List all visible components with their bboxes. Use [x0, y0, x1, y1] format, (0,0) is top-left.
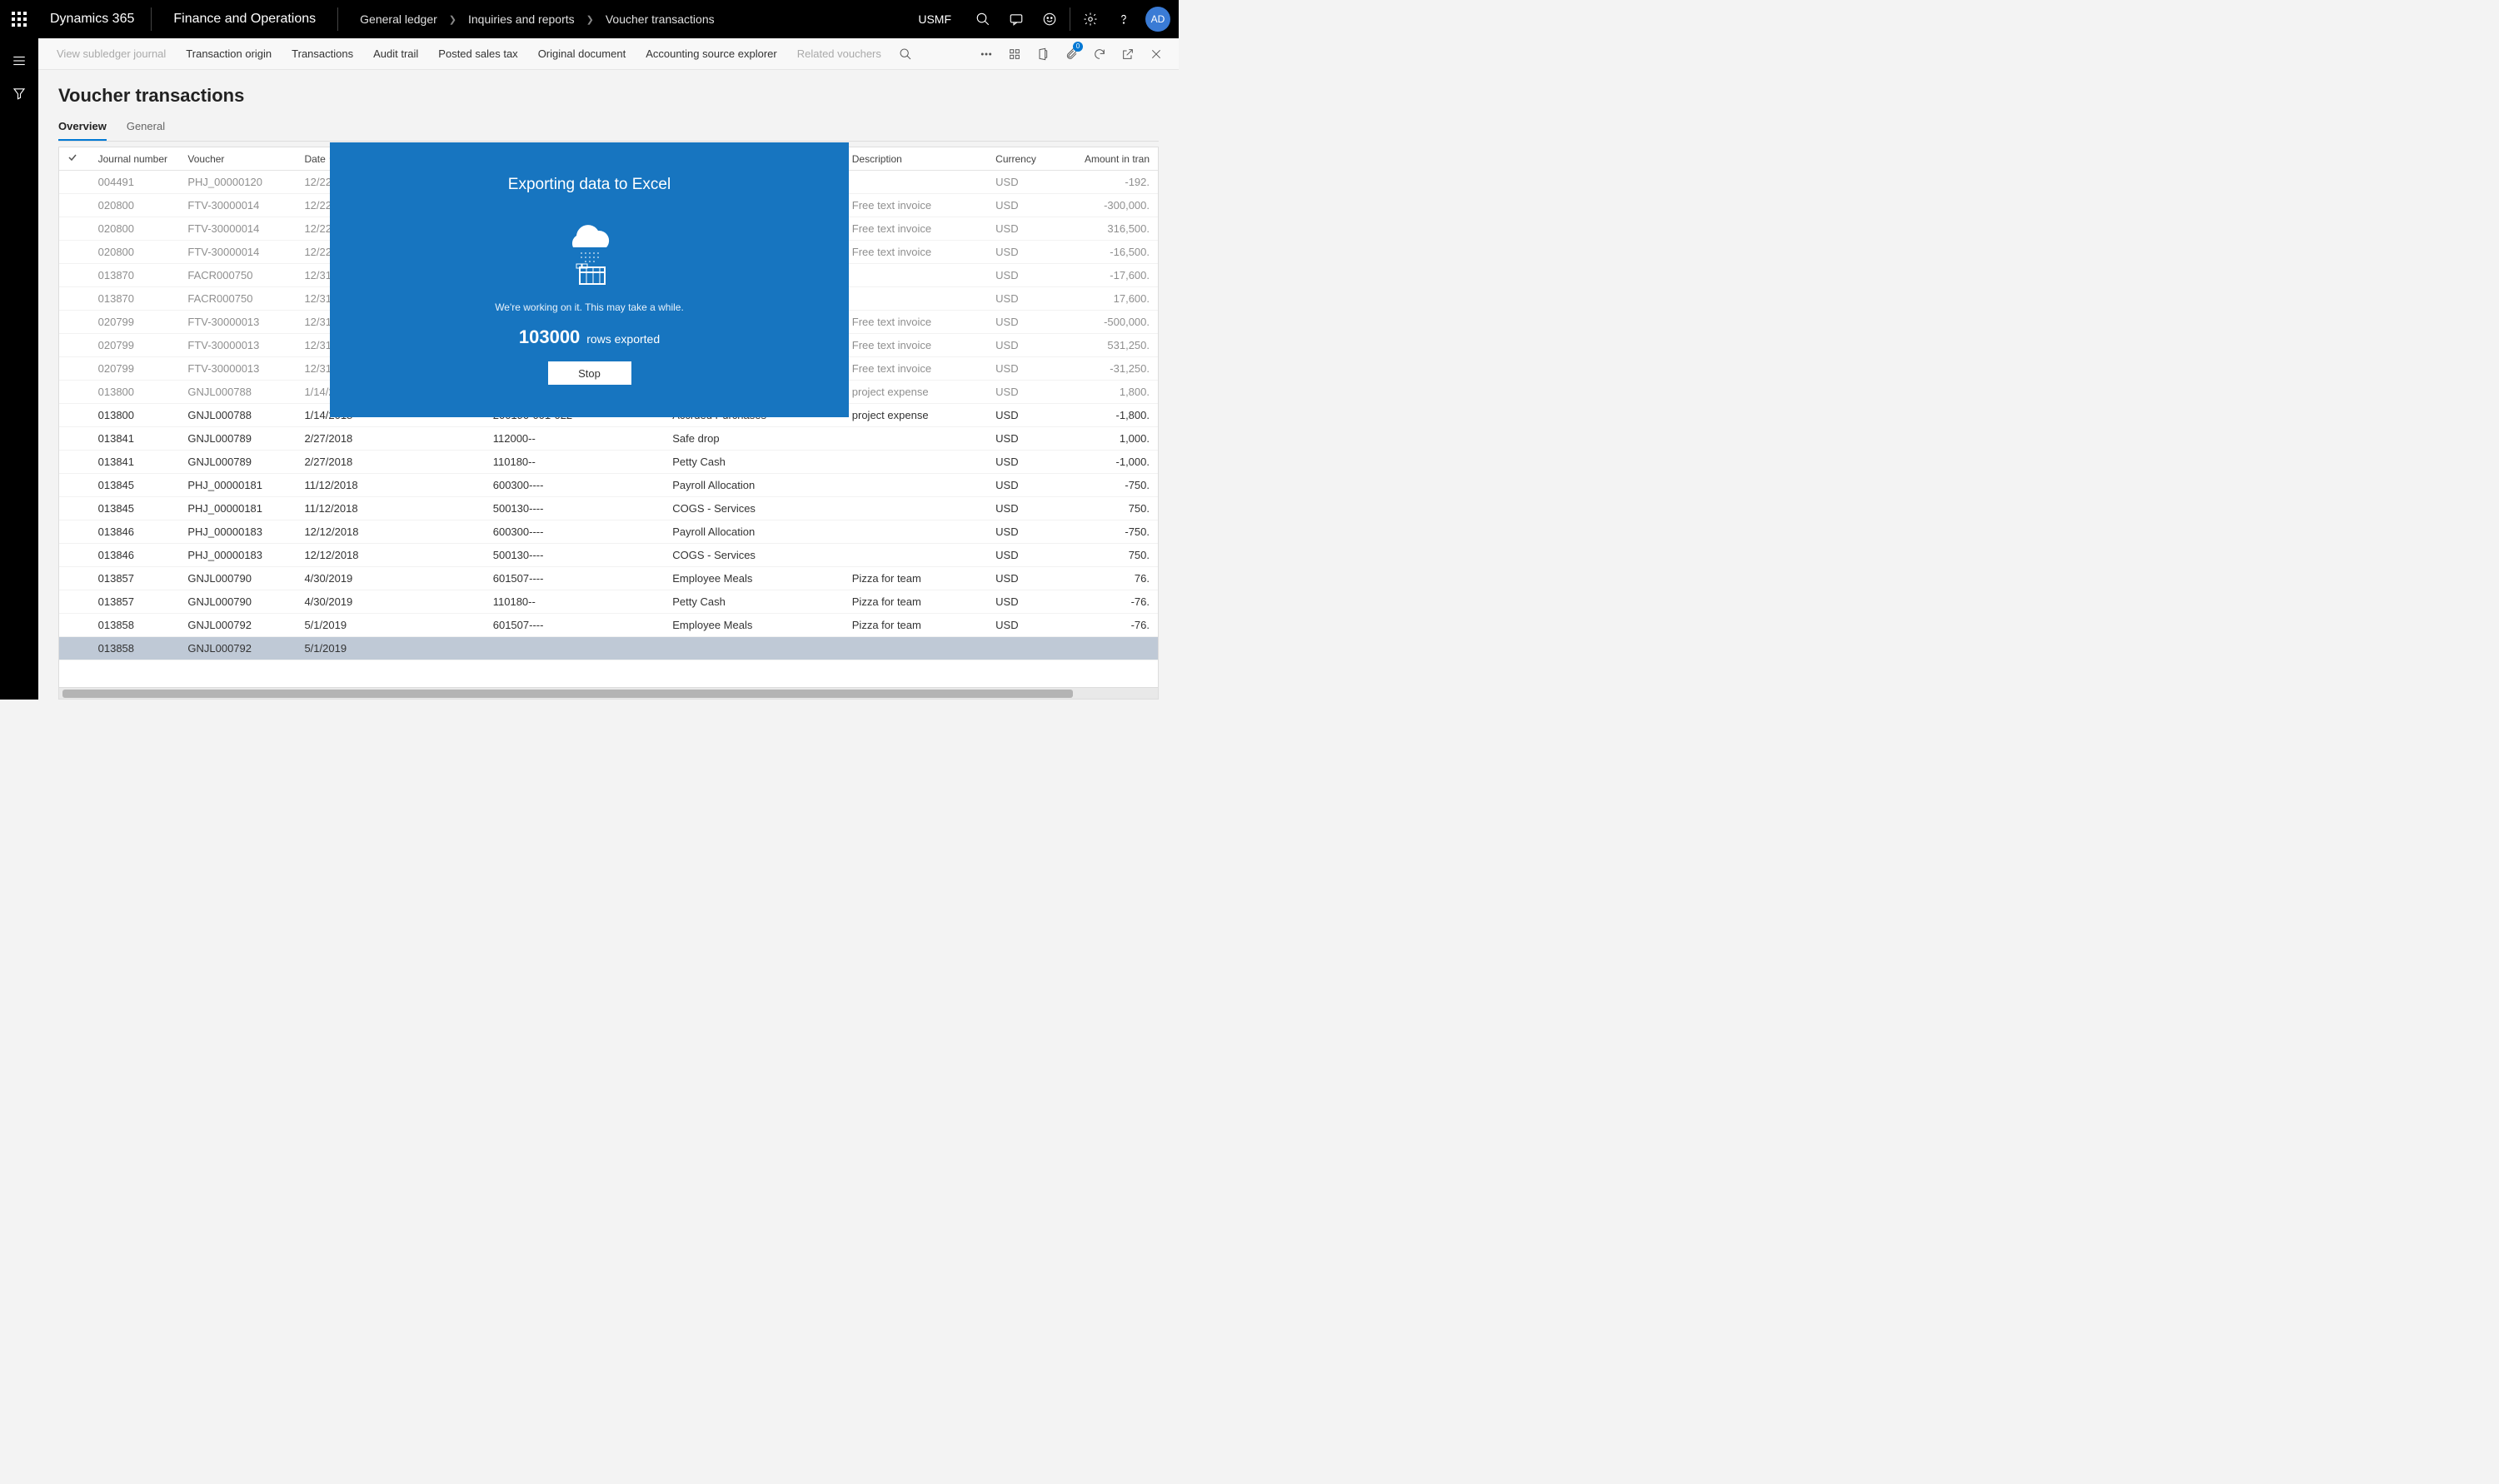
- rows-exported-label: rows exported: [586, 332, 660, 346]
- command-view-subledger-journal: View subledger journal: [47, 47, 176, 60]
- column-header-voucher[interactable]: Voucher: [179, 147, 296, 171]
- tab-strip: Overview General: [58, 115, 1159, 142]
- table-row[interactable]: 013846PHJ_0000018312/12/2018500130----CO…: [59, 544, 1158, 567]
- column-header-desc[interactable]: Description: [844, 147, 987, 171]
- filter-icon[interactable]: [12, 86, 27, 103]
- stop-button[interactable]: Stop: [548, 361, 631, 385]
- hamburger-icon[interactable]: [12, 53, 27, 71]
- horizontal-scrollbar[interactable]: [59, 687, 1158, 699]
- table-row[interactable]: 013845PHJ_0000018111/12/2018500130----CO…: [59, 497, 1158, 520]
- command-posted-sales-tax[interactable]: Posted sales tax: [428, 47, 527, 60]
- table-row[interactable]: 013841GNJL0007892/27/2018112000--Safe dr…: [59, 427, 1158, 451]
- attachments-icon[interactable]: 0: [1057, 38, 1085, 70]
- column-header-curr[interactable]: Currency: [987, 147, 1068, 171]
- top-bar: Dynamics 365 Finance and Operations Gene…: [0, 0, 1179, 38]
- rows-exported-count: 103000: [519, 326, 580, 347]
- close-icon[interactable]: [1142, 38, 1170, 70]
- breadcrumb-item[interactable]: Voucher transactions: [606, 12, 715, 26]
- breadcrumb-item[interactable]: General ledger: [360, 12, 437, 26]
- table-row[interactable]: 013841GNJL0007892/27/2018110180--Petty C…: [59, 451, 1158, 474]
- scrollbar-thumb[interactable]: [62, 690, 1073, 698]
- table-row[interactable]: 013845PHJ_0000018111/12/2018600300----Pa…: [59, 474, 1158, 497]
- cloud-download-icon: [556, 212, 623, 290]
- search-icon[interactable]: [966, 0, 1000, 38]
- command-transactions[interactable]: Transactions: [282, 47, 363, 60]
- table-row[interactable]: 013846PHJ_0000018312/12/2018600300----Pa…: [59, 520, 1158, 544]
- command-audit-trail[interactable]: Audit trail: [363, 47, 428, 60]
- grid-options-icon[interactable]: [1000, 38, 1029, 70]
- page-title: Voucher transactions: [58, 85, 1159, 107]
- command-original-document[interactable]: Original document: [528, 47, 636, 60]
- attachments-badge: 0: [1073, 42, 1083, 52]
- breadcrumb-item[interactable]: Inquiries and reports: [468, 12, 575, 26]
- command-accounting-source-explorer[interactable]: Accounting source explorer: [636, 47, 787, 60]
- brand-label[interactable]: Dynamics 365: [38, 12, 151, 27]
- office-icon[interactable]: [1029, 38, 1057, 70]
- tab-general[interactable]: General: [127, 115, 165, 141]
- topbar-right: USMF AD: [903, 0, 1179, 38]
- table-row[interactable]: 013858GNJL0007925/1/2019: [59, 637, 1158, 660]
- company-picker[interactable]: USMF: [903, 12, 966, 26]
- command-related-vouchers: Related vouchers: [787, 47, 891, 60]
- help-icon[interactable]: [1107, 0, 1140, 38]
- avatar[interactable]: AD: [1145, 7, 1170, 32]
- settings-icon[interactable]: [1074, 0, 1107, 38]
- chat-icon[interactable]: [1000, 0, 1033, 38]
- tab-overview[interactable]: Overview: [58, 115, 107, 141]
- modal-subtitle: We're working on it. This may take a whi…: [495, 301, 684, 313]
- export-modal: Exporting data to Excel We're working on…: [330, 142, 849, 417]
- column-header-amt[interactable]: Amount in tran: [1068, 147, 1158, 171]
- cmd-search-icon[interactable]: [891, 38, 920, 70]
- popout-icon[interactable]: [1114, 38, 1142, 70]
- breadcrumb: General ledger ❯ Inquiries and reports ❯…: [338, 12, 714, 26]
- refresh-icon[interactable]: [1085, 38, 1114, 70]
- left-rail: [0, 38, 38, 700]
- table-row[interactable]: 013857GNJL0007904/30/2019110180--Petty C…: [59, 590, 1158, 614]
- modal-title: Exporting data to Excel: [508, 176, 671, 194]
- modal-progress: 103000 rows exported: [519, 326, 660, 348]
- feedback-icon[interactable]: [1033, 0, 1066, 38]
- module-label[interactable]: Finance and Operations: [152, 12, 337, 27]
- more-icon[interactable]: [972, 38, 1000, 70]
- table-row[interactable]: 013857GNJL0007904/30/2019601507----Emplo…: [59, 567, 1158, 590]
- command-bar: View subledger journalTransaction origin…: [38, 38, 1179, 70]
- column-header-check[interactable]: [59, 147, 90, 171]
- table-row[interactable]: 013858GNJL0007925/1/2019601507----Employ…: [59, 614, 1158, 637]
- app-launcher-button[interactable]: [0, 0, 38, 38]
- command-transaction-origin[interactable]: Transaction origin: [176, 47, 282, 60]
- chevron-right-icon: ❯: [449, 14, 456, 25]
- column-header-jn[interactable]: Journal number: [90, 147, 180, 171]
- chevron-right-icon: ❯: [586, 14, 594, 25]
